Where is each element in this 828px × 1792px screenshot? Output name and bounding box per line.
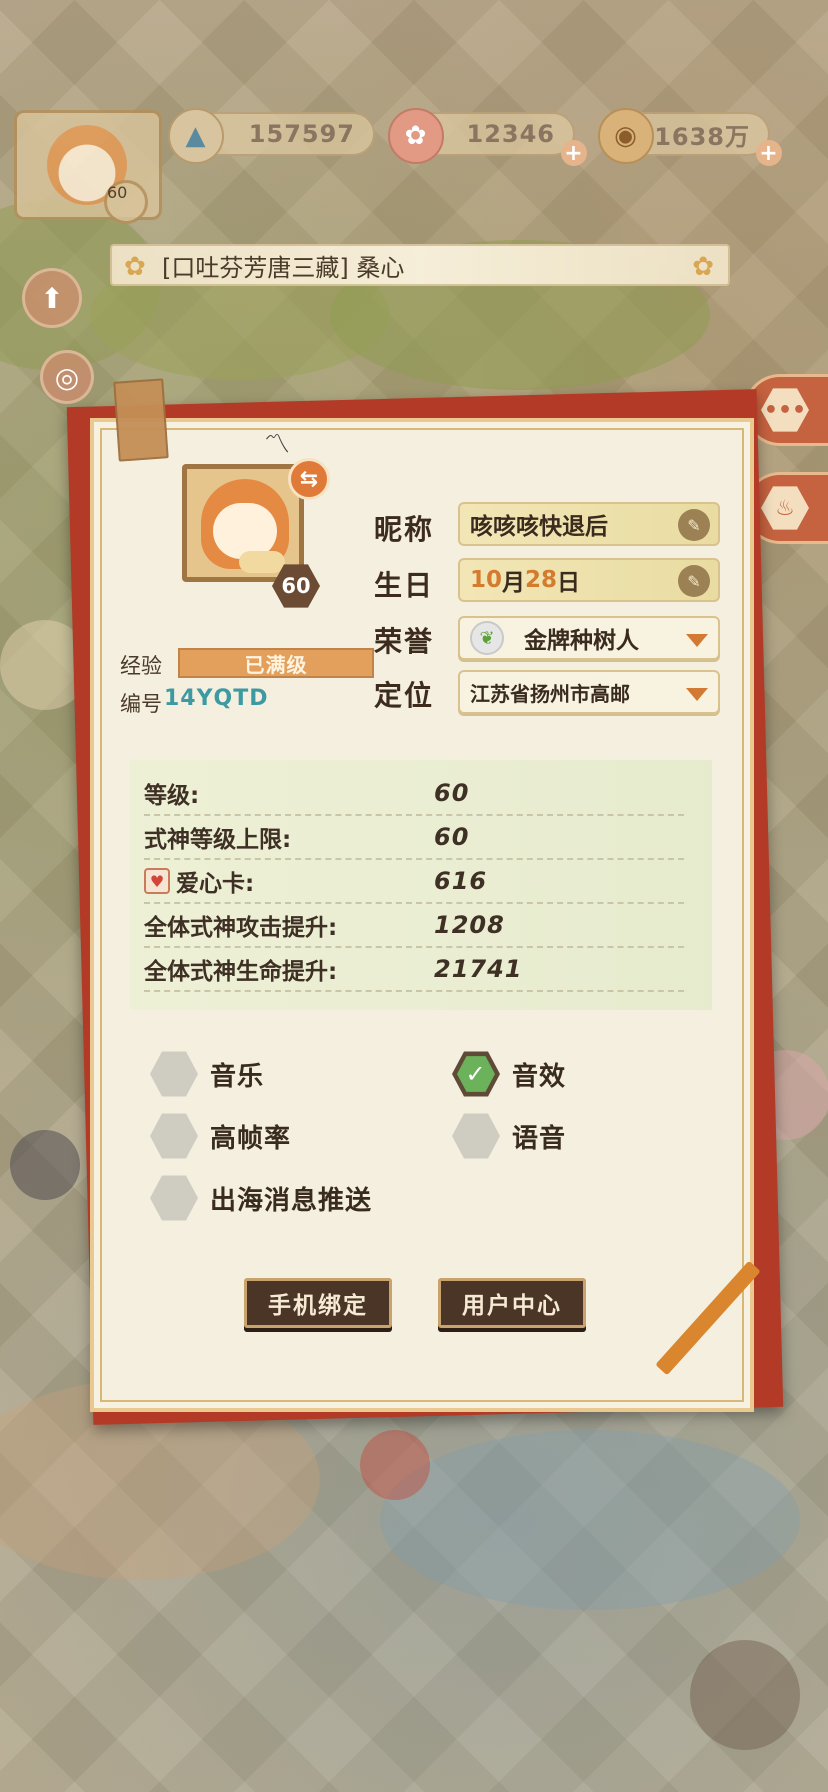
birthday-month: 10 <box>470 567 503 593</box>
honor-select[interactable]: ❦ 金牌种树人 <box>458 616 720 660</box>
location-label: 定位 <box>374 679 435 712</box>
birthday-day-unit: 日 <box>557 570 581 596</box>
honor-value: 金牌种树人 <box>524 628 639 654</box>
location-select[interactable]: 江苏省扬州市高邮 <box>458 670 720 714</box>
stat-value: 1208 <box>434 911 505 939</box>
flower-icon: ✿ <box>692 252 714 282</box>
check-icon: ✓ <box>457 1056 495 1092</box>
setting-push-toggle[interactable]: 出海消息推送 <box>150 1174 372 1222</box>
birthday-day: 28 <box>525 567 558 593</box>
setting-voice-toggle[interactable]: 语音 <box>452 1112 566 1160</box>
coin-value: 1638万 <box>654 122 750 151</box>
birthday-label: 生日 <box>374 569 435 602</box>
nickname-value: 咳咳咳快退后 <box>470 514 608 540</box>
checkbox-unchecked-icon <box>150 1175 198 1221</box>
stat-row: 等级: 60 <box>144 772 684 816</box>
crane-decoration-icon: 〽 <box>264 430 291 460</box>
stat-row: ♥ 爱心卡: 616 <box>144 860 684 904</box>
checkbox-unchecked-icon <box>150 1113 198 1159</box>
tree-leaf-icon: ❦ <box>470 621 504 655</box>
stat-row: 全体式神生命提升: 21741 <box>144 948 684 992</box>
stat-row: 全体式神攻击提升: 1208 <box>144 904 684 948</box>
chevron-down-icon <box>686 688 708 701</box>
checkbox-checked-icon: ✓ <box>452 1051 500 1097</box>
stat-value: 60 <box>434 823 470 851</box>
wood-tape-decoration <box>113 378 169 462</box>
birthday-month-unit: 月 <box>502 570 526 596</box>
honor-label: 荣誉 <box>374 625 435 658</box>
setting-label: 高帧率 <box>210 1123 292 1154</box>
player-title-text: [口吐芬芳唐三藏] 桑心 <box>162 253 405 282</box>
setting-sfx-toggle[interactable]: ✓ 音效 <box>452 1050 566 1098</box>
upgrade-arrow-button[interactable]: ⬆ <box>22 268 82 328</box>
mountain-icon: ▲ <box>168 108 224 164</box>
jade-counter[interactable]: ▲ 157597 <box>168 108 375 164</box>
stat-label: 等级: <box>144 783 200 809</box>
background-decoration <box>690 1640 800 1750</box>
stat-label: 爱心卡: <box>176 871 255 897</box>
avatar-level-badge: 60 <box>104 180 148 224</box>
stat-label: 全体式神生命提升: <box>144 959 338 985</box>
player-title-banner: ✿ [口吐芬芳唐三藏] 桑心 ✿ <box>110 244 730 286</box>
exp-bar: 已满级 <box>178 648 374 678</box>
coin-counter[interactable]: ◉ 1638万 + <box>598 108 782 166</box>
stat-value: 21741 <box>434 955 523 983</box>
camera-button[interactable]: ◎ <box>40 350 94 404</box>
setting-high-framerate-toggle[interactable]: 高帧率 <box>150 1112 291 1160</box>
checkbox-unchecked-icon <box>150 1051 198 1097</box>
background-decoration <box>360 1430 430 1500</box>
exp-status: 已满级 <box>244 652 308 677</box>
portrait-food <box>239 551 285 573</box>
flower-icon: ✿ <box>124 252 146 282</box>
heart-card-icon: ♥ <box>144 868 170 894</box>
stat-label: 全体式神攻击提升: <box>144 915 338 941</box>
setting-label: 音效 <box>512 1061 567 1092</box>
profile-card: 〽 ⇆ 60 经验 已满级 编号 14YQTD 昵称 咳咳咳快退后 ✎ 生日 1… <box>90 418 754 1412</box>
player-id[interactable]: 14YQTD <box>164 686 269 711</box>
jade-value: 157597 <box>248 120 355 148</box>
swap-avatar-icon[interactable]: ⇆ <box>288 458 330 500</box>
stats-panel: 等级: 60 式神等级上限: 60 ♥ 爱心卡: 616 全体式神攻击提升: 1… <box>130 760 712 1010</box>
stat-label-wrap: ♥ 爱心卡: <box>144 864 434 898</box>
shrine-icon: ♨ <box>761 486 809 530</box>
background-pond <box>380 1430 800 1610</box>
user-center-button[interactable]: 用户中心 <box>438 1278 586 1328</box>
nickname-label: 昵称 <box>374 513 435 546</box>
coin-icon: ◉ <box>598 108 654 164</box>
edit-nickname-icon[interactable]: ✎ <box>678 509 710 541</box>
stat-row: 式神等级上限: 60 <box>144 816 684 860</box>
exp-label: 经验 <box>120 654 162 678</box>
profile-portrait[interactable] <box>182 464 304 582</box>
stat-value: 60 <box>434 779 470 807</box>
setting-label: 出海消息推送 <box>210 1185 373 1216</box>
stat-label: 式神等级上限: <box>144 827 292 853</box>
edit-birthday-icon[interactable]: ✎ <box>678 565 710 597</box>
chat-icon: ••• <box>761 388 809 432</box>
birthday-field[interactable]: 10 月 28 日 ✎ <box>458 558 720 602</box>
bind-phone-button[interactable]: 手机绑定 <box>244 1278 392 1328</box>
ticket-icon: ✿ <box>388 108 444 164</box>
stat-value: 616 <box>434 867 488 895</box>
setting-label: 语音 <box>512 1123 567 1154</box>
setting-music-toggle[interactable]: 音乐 <box>150 1050 264 1098</box>
coin-add-button[interactable]: + <box>756 140 782 166</box>
chevron-down-icon <box>686 634 708 647</box>
ticket-add-button[interactable]: + <box>561 140 587 166</box>
location-value: 江苏省扬州市高邮 <box>470 681 630 706</box>
nickname-field[interactable]: 咳咳咳快退后 ✎ <box>458 502 720 546</box>
ticket-counter[interactable]: ✿ 12346 + <box>388 108 587 166</box>
id-label: 编号 <box>120 692 162 716</box>
checkbox-unchecked-icon <box>452 1113 500 1159</box>
setting-label: 音乐 <box>210 1061 265 1092</box>
background-decoration <box>10 1130 80 1200</box>
ticket-value: 12346 <box>466 120 555 148</box>
